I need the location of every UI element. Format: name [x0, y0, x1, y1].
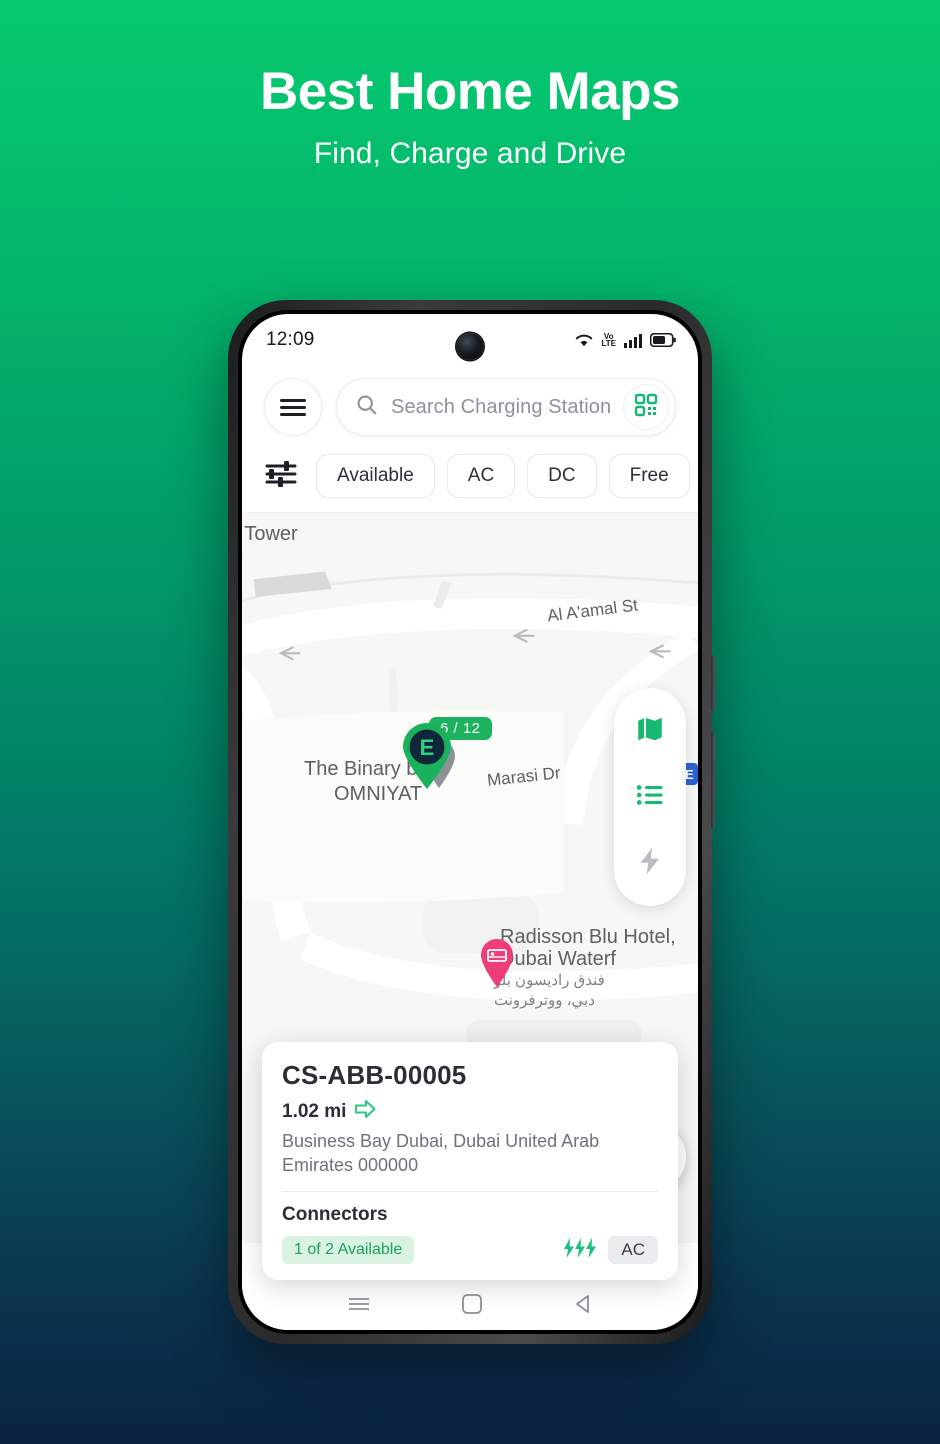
filter-chip-available[interactable]: Available	[316, 454, 435, 498]
qr-scan-button[interactable]	[623, 384, 669, 430]
search-icon	[355, 393, 379, 422]
battery-icon	[650, 333, 676, 347]
station-name: CS-ABB-00005	[282, 1060, 467, 1091]
connector-row: 1 of 2 Available AC	[282, 1236, 658, 1264]
power-button[interactable]	[711, 732, 715, 828]
charging-filter-button[interactable]	[614, 830, 686, 896]
search-bar[interactable]: Search Charging Station	[336, 378, 676, 436]
filter-chip-ac[interactable]: AC	[446, 454, 516, 498]
current-type-badge: AC	[608, 1236, 658, 1264]
status-icons: Vo LTE	[574, 332, 676, 348]
promo-header: Best Home Maps Find, Charge and Drive	[0, 0, 940, 171]
hotel-pin-icon	[481, 939, 513, 987]
filter-row: Available AC DC Free M	[242, 446, 698, 513]
status-bar: 12:09 Vo LTE	[242, 314, 698, 366]
filter-chip-dc[interactable]: DC	[527, 454, 597, 498]
qr-scan-icon	[634, 393, 658, 422]
hotel-marker[interactable]	[479, 938, 515, 993]
phone-mockup: 12:09 Vo LTE Search Charging Station Ava…	[228, 300, 715, 1344]
directions-arrow-icon[interactable]	[354, 1099, 376, 1124]
filter-chip-free[interactable]: Free	[608, 454, 690, 498]
home-square-icon[interactable]	[461, 1293, 483, 1320]
bolt-icon	[635, 846, 665, 881]
charging-station-marker[interactable]: 6 / 12 E	[397, 717, 492, 796]
connector-meta: AC	[562, 1236, 658, 1264]
back-triangle-icon[interactable]	[572, 1293, 594, 1320]
svg-text:E: E	[420, 735, 435, 760]
list-icon	[635, 780, 665, 815]
connectors-heading: Connectors	[282, 1204, 388, 1225]
wifi-icon	[574, 332, 594, 348]
search-input[interactable]: Search Charging Station	[391, 396, 623, 419]
triple-bolt-icon	[562, 1237, 597, 1264]
station-distance: 1.02 mi	[282, 1100, 347, 1122]
card-divider	[282, 1191, 658, 1192]
charging-station-pin-icon[interactable]: E	[397, 721, 457, 796]
station-address: Business Bay Dubai, Dubai United Arab Em…	[282, 1131, 600, 1175]
search-row: Search Charging Station	[242, 366, 698, 446]
hamburger-menu-icon	[280, 395, 306, 420]
map-icon	[635, 714, 665, 749]
phone-screen: 12:09 Vo LTE Search Charging Station Ava…	[242, 314, 698, 1330]
volume-button[interactable]	[711, 655, 715, 711]
map-control-stack	[614, 688, 686, 906]
availability-badge: 1 of 2 Available	[282, 1236, 415, 1264]
hamburger-menu-button[interactable]	[264, 378, 322, 436]
status-clock: 12:09	[266, 329, 315, 350]
page-subtitle: Find, Charge and Drive	[313, 137, 627, 171]
phone-bezel: 12:09 Vo LTE Search Charging Station Ava…	[238, 310, 702, 1334]
map-view-button[interactable]	[614, 698, 686, 764]
page-title: Best Home Maps	[259, 62, 681, 121]
filter-sliders-icon[interactable]	[264, 458, 298, 495]
recents-icon[interactable]	[346, 1294, 372, 1319]
signal-icon	[623, 332, 643, 348]
distance-row: 1.02 mi	[282, 1099, 658, 1124]
volte-icon: Vo LTE	[601, 332, 616, 348]
android-nav-bar	[242, 1282, 698, 1330]
front-camera-punchhole	[456, 333, 484, 360]
list-view-button[interactable]	[614, 764, 686, 830]
station-detail-card[interactable]: CS-ABB-00005 1.02 mi Business Bay Dubai,…	[262, 1042, 678, 1280]
